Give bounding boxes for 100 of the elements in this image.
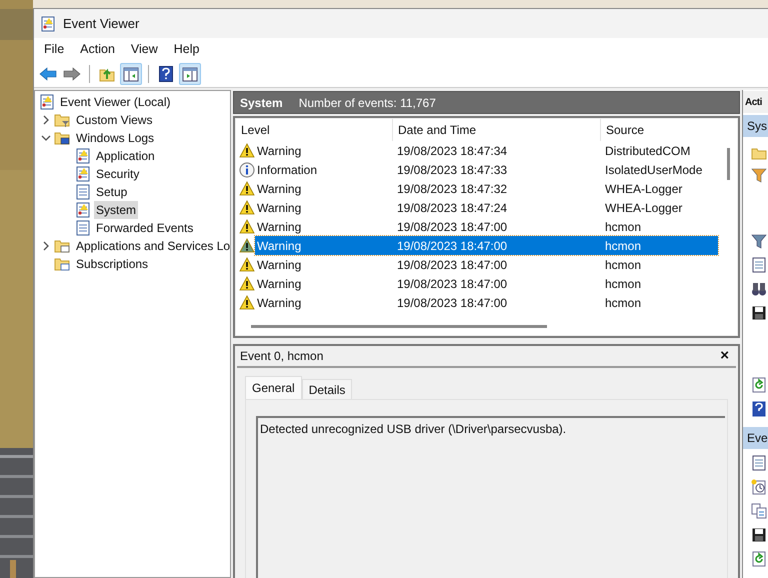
filter-icon[interactable] [751, 167, 767, 183]
source-cell-text: hcmon [604, 276, 642, 292]
section-header[interactable]: Eve [743, 427, 768, 449]
tab[interactable]: Details [302, 379, 352, 399]
document-icon[interactable] [751, 455, 767, 471]
tree-item[interactable]: Applications and Services Lo [74, 237, 230, 255]
filter-icon[interactable] [751, 233, 767, 249]
vertical-scrollbar[interactable] [727, 148, 730, 180]
toolbar-button[interactable] [179, 63, 201, 85]
menu-item[interactable]: Action [72, 40, 123, 59]
menu-item[interactable]: File [36, 40, 72, 59]
forward-arrow-icon [63, 67, 81, 81]
column-header[interactable]: Level [236, 119, 393, 141]
warning-icon [239, 181, 255, 196]
level-cell-text: Warning [256, 218, 302, 236]
tree-item[interactable]: Custom Views [74, 111, 154, 129]
source-cell-text: WHEA-Logger [604, 200, 682, 216]
menu-item[interactable]: Help [166, 40, 208, 59]
collapsed-chevron-icon[interactable] [41, 241, 51, 251]
level-cell-text: Warning [256, 256, 302, 274]
refresh-icon[interactable] [751, 377, 767, 393]
warning-icon [239, 200, 255, 215]
event-row[interactable]: Warning 19/08/2023 18:47:00 hcmon [255, 274, 718, 293]
source-cell-text: DistributedCOM [604, 142, 690, 160]
save-icon[interactable] [751, 527, 767, 543]
save-icon[interactable] [751, 305, 767, 321]
level-cell-text: Warning [256, 238, 302, 254]
source-cell-text: IsolatedUserMode [604, 162, 702, 178]
event-row[interactable]: Warning 19/08/2023 18:47:24 WHEA-Logger [255, 198, 718, 217]
folder-up-icon [99, 66, 115, 82]
log-name: System [240, 94, 283, 112]
tree-item[interactable]: Forwarded Events [94, 219, 196, 237]
source-cell-text: hcmon [604, 256, 642, 274]
back-arrow-icon [39, 67, 57, 81]
section-header[interactable]: Sys [743, 115, 768, 137]
info-icon [239, 162, 255, 178]
folder-icon [54, 112, 71, 128]
date-cell-text: 19/08/2023 18:47:00 [396, 294, 508, 312]
horizontal-scrollbar[interactable] [251, 325, 547, 328]
tree-item[interactable]: Application [94, 147, 157, 165]
log-icon [75, 148, 91, 164]
date-cell-text: 19/08/2023 18:47:33 [396, 162, 508, 178]
event-viewer-icon [39, 94, 55, 110]
warning-icon [239, 276, 255, 291]
date-cell-text: 19/08/2023 18:47:00 [396, 276, 508, 292]
date-cell-text: 19/08/2023 18:47:00 [396, 256, 508, 274]
event-row[interactable]: Information 19/08/2023 18:47:33 IsolatedUserMode [255, 160, 718, 179]
folder-icon [54, 238, 71, 254]
tree-item[interactable]: Security [94, 165, 142, 183]
warning-icon [239, 295, 255, 310]
help-icon[interactable] [751, 401, 767, 417]
event-message: Detected unrecognized USB driver (\Driver\parsecvusba). [260, 422, 566, 436]
tab[interactable]: General [245, 376, 302, 399]
help-icon [159, 66, 173, 82]
refresh-icon[interactable] [751, 551, 767, 567]
collapsed-chevron-icon[interactable] [41, 115, 51, 125]
expanded-chevron-icon[interactable] [41, 133, 51, 143]
date-cell-text: 19/08/2023 18:47:34 [396, 142, 508, 160]
clock-icon[interactable] [751, 479, 767, 495]
document-icon[interactable] [751, 257, 767, 273]
level-cell-text: Warning [256, 200, 302, 216]
pane-right-icon [182, 66, 198, 82]
event-row[interactable]: Warning 19/08/2023 18:47:00 hcmon [255, 236, 718, 255]
event-row[interactable]: Warning 19/08/2023 18:47:00 hcmon [255, 255, 718, 274]
warning-icon [239, 238, 255, 253]
event-row[interactable]: Warning 19/08/2023 18:47:00 hcmon [255, 293, 718, 312]
event-row[interactable]: Warning 19/08/2023 18:47:34 DistributedCOM [255, 141, 718, 160]
tree-item[interactable]: Setup [94, 183, 130, 201]
column-header[interactable]: Source [601, 119, 718, 141]
tree-item[interactable]: Subscriptions [74, 255, 150, 273]
date-cell-text: 19/08/2023 18:47:00 [396, 218, 508, 236]
source-cell-text: hcmon [604, 294, 642, 312]
folder-icon [54, 256, 71, 272]
actions-title: Acti [743, 91, 768, 113]
event-count: Number of events: 11,767 [298, 94, 436, 112]
log-icon [75, 166, 91, 182]
window-title: Event Viewer [63, 14, 140, 33]
level-cell-text: Warning [256, 294, 302, 312]
pane-left-icon [123, 66, 139, 82]
log-icon [75, 202, 91, 218]
level-cell-text: Warning [256, 276, 302, 292]
level-cell-text: Information [256, 162, 318, 178]
event-row[interactable]: Warning 19/08/2023 18:47:00 hcmon [255, 217, 718, 236]
tree-item[interactable]: Event Viewer (Local) [58, 93, 172, 111]
date-cell-text: 19/08/2023 18:47:00 [396, 238, 508, 254]
date-cell-text: 19/08/2023 18:47:32 [396, 180, 508, 198]
warning-icon [239, 219, 255, 234]
event-title: Event 0, hcmon [240, 348, 324, 365]
menu-item[interactable]: View [122, 40, 166, 59]
tree-item[interactable]: Windows Logs [74, 129, 156, 147]
warning-icon [239, 143, 255, 158]
copy-icon[interactable] [751, 503, 767, 519]
source-cell-text: hcmon [604, 218, 642, 236]
binoculars-icon[interactable] [751, 281, 767, 297]
tree-item[interactable]: System [94, 201, 138, 219]
log-icon [75, 220, 91, 236]
toolbar-button[interactable] [120, 63, 142, 85]
column-header[interactable]: Date and Time [393, 119, 601, 141]
close-button[interactable]: × [720, 344, 729, 368]
event-row[interactable]: Warning 19/08/2023 18:47:32 WHEA-Logger [255, 179, 718, 198]
